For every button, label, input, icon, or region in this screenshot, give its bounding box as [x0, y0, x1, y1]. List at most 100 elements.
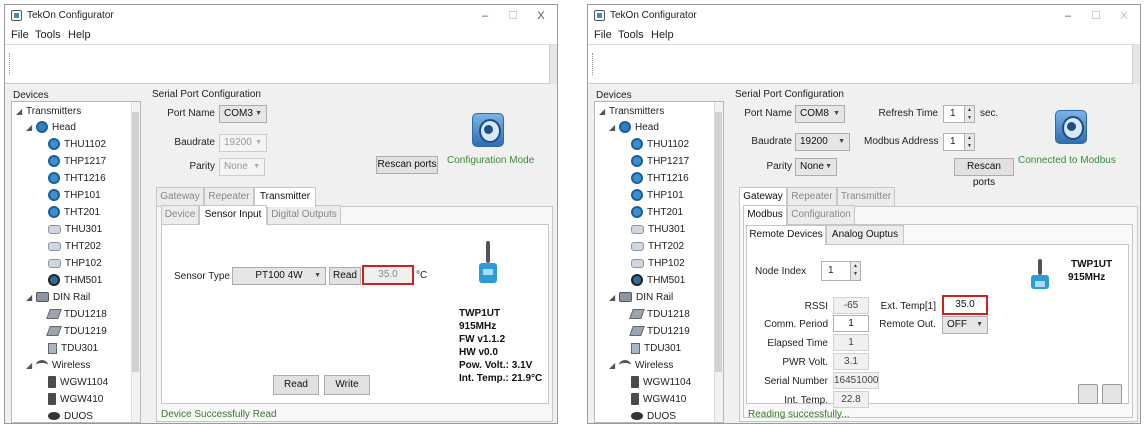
refresh-time-value: 1 — [950, 108, 956, 119]
tree-node-thp102[interactable]: THP102 — [48, 256, 102, 272]
save-device-icon[interactable] — [1102, 384, 1122, 404]
tree-node-tdu1219[interactable]: TDU1219 — [46, 324, 107, 340]
tree-node-din-rail[interactable]: ◢ DIN Rail — [26, 290, 90, 306]
tree-node-thp101[interactable]: THP101 — [48, 188, 101, 204]
tree-node-tht201[interactable]: THT201 — [631, 205, 683, 221]
tree-node-tdu1219[interactable]: TDU1219 — [629, 324, 690, 340]
modbus-address-stepper[interactable]: 1 ▲ ▼ — [943, 133, 975, 151]
remote-out-select[interactable]: OFF ▼ — [942, 316, 988, 334]
tab-modbus[interactable]: Modbus — [743, 205, 787, 225]
tree-node-tht202[interactable]: THT202 — [48, 239, 101, 255]
tab-gateway[interactable]: Gateway — [739, 187, 787, 207]
tree-node-thp1217[interactable]: THP1217 — [631, 154, 689, 170]
close-button[interactable]: X — [1112, 8, 1136, 24]
node-index-stepper[interactable]: 1 ▲ ▼ — [821, 261, 861, 281]
rescan-ports-button[interactable]: Rescan ports — [376, 156, 438, 174]
connection-globe-icon[interactable] — [1055, 110, 1087, 144]
tree-scrollbar[interactable] — [131, 102, 140, 422]
toolbar — [588, 44, 1140, 84]
connection-globe-icon[interactable] — [472, 113, 504, 147]
toolbar-scrollbar[interactable] — [549, 45, 557, 84]
maximize-button[interactable]: ☐ — [1084, 8, 1108, 24]
rescan-ports-button[interactable]: Rescan ports — [954, 158, 1014, 188]
tree-node-wireless[interactable]: ◢ Wireless — [26, 358, 90, 374]
tab-sensor-input[interactable]: Sensor Input — [199, 205, 267, 225]
tree-node-tdu1218[interactable]: TDU1218 — [629, 307, 690, 323]
tree-node-transmitters[interactable]: ◢ Transmitters — [16, 104, 81, 120]
menu-tools[interactable]: Tools — [618, 29, 644, 41]
toolbar-grip[interactable] — [592, 53, 595, 75]
tree-node-wgw410[interactable]: WGW410 — [631, 392, 686, 408]
tree-node-wgw1104[interactable]: WGW1104 — [631, 375, 691, 391]
tree-node-head[interactable]: ◢ Head — [26, 120, 76, 136]
menu-help[interactable]: Help — [68, 29, 91, 41]
menu-file[interactable]: File — [594, 29, 612, 41]
tree-node-thp101[interactable]: THP101 — [631, 188, 684, 204]
tree-node-thm501[interactable]: THM501 — [631, 273, 685, 289]
close-button[interactable]: X — [529, 8, 553, 24]
tree-node-wireless[interactable]: ◢ Wireless — [609, 358, 673, 374]
tab-transmitter[interactable]: Transmitter — [254, 187, 316, 207]
tree-node-transmitters[interactable]: ◢ Transmitters — [599, 104, 664, 120]
tab-analog-outputs[interactable]: Analog Ouptus — [826, 225, 904, 244]
tree-node-thu301[interactable]: THU301 — [631, 222, 685, 238]
toolbar-scrollbar[interactable] — [1132, 45, 1140, 84]
tree-node-din-rail[interactable]: ◢ DIN Rail — [609, 290, 673, 306]
tree-node-thu1102[interactable]: THU1102 — [631, 137, 689, 153]
toolbar-grip[interactable] — [9, 53, 12, 75]
tree-node-thu1102[interactable]: THU1102 — [48, 137, 106, 153]
tree-node-tdu1218[interactable]: TDU1218 — [46, 307, 107, 323]
tab-gateway[interactable]: Gateway — [156, 187, 204, 206]
tree-scroll-thumb[interactable] — [132, 112, 139, 372]
tree-scrollbar[interactable] — [714, 102, 723, 422]
read-sensor-button[interactable]: Read — [329, 267, 361, 285]
menu-tools[interactable]: Tools — [35, 29, 61, 41]
read-button[interactable]: Read — [273, 375, 319, 395]
tree-node-tht1216[interactable]: THT1216 — [48, 171, 106, 187]
minimize-button[interactable]: – — [473, 8, 497, 24]
sensor-type-select[interactable]: PT100 4W ▼ — [232, 267, 326, 285]
tab-repeater[interactable]: Repeater — [787, 187, 837, 206]
parity-select[interactable]: None ▼ — [795, 158, 837, 176]
write-button[interactable]: Write — [324, 375, 370, 395]
stepper-arrows-icon[interactable]: ▲ ▼ — [850, 262, 860, 280]
tree-node-head[interactable]: ◢ Head — [609, 120, 659, 136]
tree-node-thm501[interactable]: THM501 — [48, 273, 102, 289]
tree-node-tdu301[interactable]: TDU301 — [48, 341, 98, 357]
tab-configuration[interactable]: Configuration — [787, 205, 855, 224]
tree-node-wgw410[interactable]: WGW410 — [48, 392, 103, 408]
tree-node-tht201[interactable]: THT201 — [48, 205, 100, 221]
refresh-time-stepper[interactable]: 1 ▲ ▼ — [943, 105, 975, 123]
sensor-value-field[interactable]: 35.0 — [362, 265, 414, 285]
tree-node-duos[interactable]: DUOS — [631, 409, 676, 422]
comm-period-field[interactable]: 1 — [833, 315, 869, 332]
parity-select[interactable]: None ▼ — [219, 158, 265, 176]
tab-device[interactable]: Device — [161, 205, 199, 224]
write-settings-icon[interactable] — [1078, 384, 1098, 404]
stepper-arrows-icon[interactable]: ▲ ▼ — [964, 134, 974, 150]
sensor-head-icon — [631, 258, 644, 268]
tree-node-tdu301[interactable]: TDU301 — [631, 341, 681, 357]
tree-node-tht202[interactable]: THT202 — [631, 239, 684, 255]
tab-remote-devices[interactable]: Remote Devices — [746, 225, 826, 245]
baudrate-select[interactable]: 19200 ▼ — [795, 133, 850, 151]
stepper-arrows-icon[interactable]: ▲ ▼ — [964, 106, 974, 122]
tree-node-duos[interactable]: DUOS — [48, 409, 93, 422]
tree-node-thp1217[interactable]: THP1217 — [48, 154, 106, 170]
minimize-button[interactable]: – — [1056, 8, 1080, 24]
menu-help[interactable]: Help — [651, 29, 674, 41]
tree-node-thu301[interactable]: THU301 — [48, 222, 102, 238]
port-name-select[interactable]: COM8 ▼ — [795, 105, 845, 123]
tree-node-thp102[interactable]: THP102 — [631, 256, 685, 272]
menu-file[interactable]: File — [11, 29, 29, 41]
tree-node-tht1216[interactable]: THT1216 — [631, 171, 689, 187]
tree-node-label: THP102 — [648, 258, 685, 269]
tree-node-wgw1104[interactable]: WGW1104 — [48, 375, 108, 391]
port-name-select[interactable]: COM3 ▼ — [219, 105, 267, 123]
tree-scroll-thumb[interactable] — [715, 112, 722, 372]
tab-repeater[interactable]: Repeater — [204, 187, 254, 206]
baudrate-select[interactable]: 19200 ▼ — [219, 134, 267, 152]
maximize-button[interactable]: ☐ — [501, 8, 525, 24]
tab-digital-outputs[interactable]: Digital Outputs — [267, 205, 341, 224]
tab-transmitter[interactable]: Transmitter — [837, 187, 895, 206]
